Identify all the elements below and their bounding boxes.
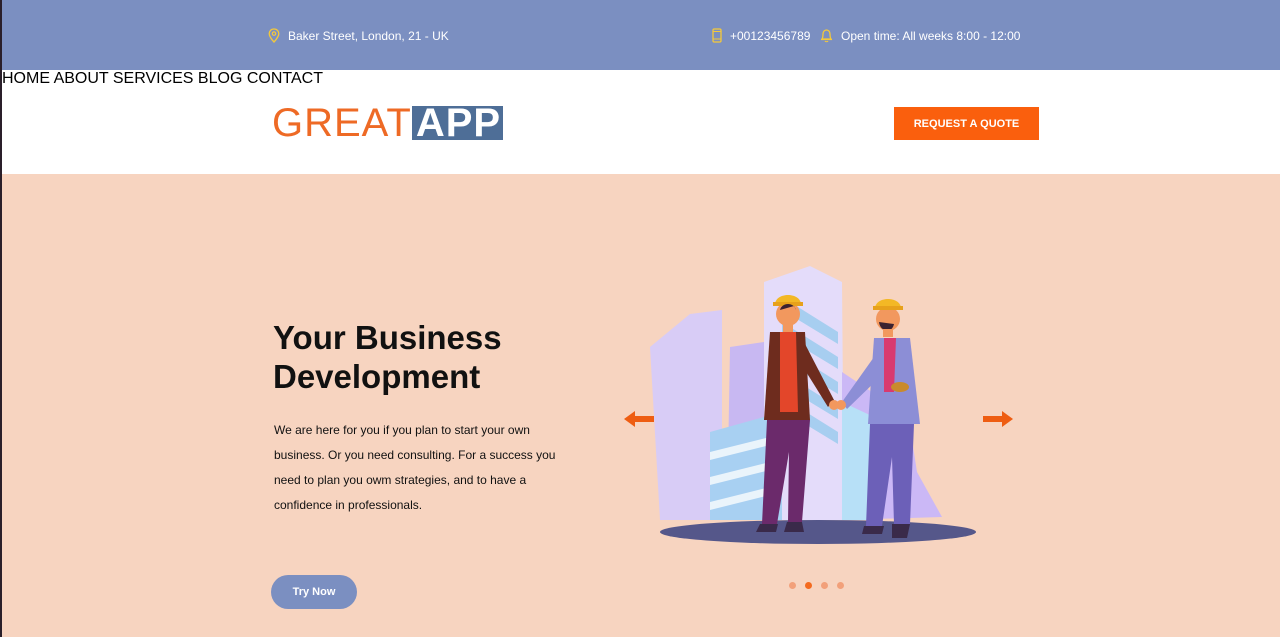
try-now-button[interactable]: Try Now <box>271 575 357 609</box>
hero-title-line-1: Your Business <box>273 319 502 356</box>
hero-description: We are here for you if you plan to start… <box>274 423 556 512</box>
site-logo[interactable]: GREAT APP <box>272 101 504 145</box>
slider-dot-4[interactable] <box>837 582 844 589</box>
bell-icon <box>820 29 833 43</box>
location-pin-icon <box>268 28 280 43</box>
nav-blog[interactable]: BLOG <box>198 70 242 87</box>
slider-dot-2-active[interactable] <box>805 582 812 589</box>
slider-pagination <box>789 582 853 589</box>
open-time-info: Open time: All weeks 8:00 - 12:00 <box>820 28 1020 43</box>
slider-dot-1[interactable] <box>789 582 796 589</box>
handshake-illustration <box>650 266 976 544</box>
main-header: GREAT APP HOME ABOUT SERVICES BLOG CONTA… <box>2 70 1280 174</box>
logo-text-great: GREAT <box>272 101 412 145</box>
nav-services[interactable]: SERVICES <box>113 70 194 87</box>
nav-home[interactable]: HOME <box>2 70 50 87</box>
nav-contact[interactable]: CONTACT <box>247 70 323 87</box>
logo-text-app: APP <box>411 103 504 143</box>
hero-title-line-2: Development <box>273 358 481 395</box>
main-nav: HOME ABOUT SERVICES BLOG CONTACT <box>2 70 1280 88</box>
phone-text: +00123456789 <box>730 28 811 43</box>
top-info-bar: Baker Street, London, 21 - UK +001234567… <box>2 0 1280 70</box>
phone-icon <box>712 28 722 43</box>
open-time-text: Open time: All weeks 8:00 - 12:00 <box>841 28 1021 43</box>
request-quote-button[interactable]: REQUEST A QUOTE <box>894 107 1039 140</box>
slider-dot-3[interactable] <box>821 582 828 589</box>
phone-info[interactable]: +00123456789 <box>712 28 810 43</box>
address-info: Baker Street, London, 21 - UK <box>268 28 449 43</box>
hero-title: Your Business Development <box>273 318 593 396</box>
page: Baker Street, London, 21 - UK +001234567… <box>2 0 1280 637</box>
address-text: Baker Street, London, 21 - UK <box>288 28 449 43</box>
nav-about[interactable]: ABOUT <box>54 70 109 87</box>
